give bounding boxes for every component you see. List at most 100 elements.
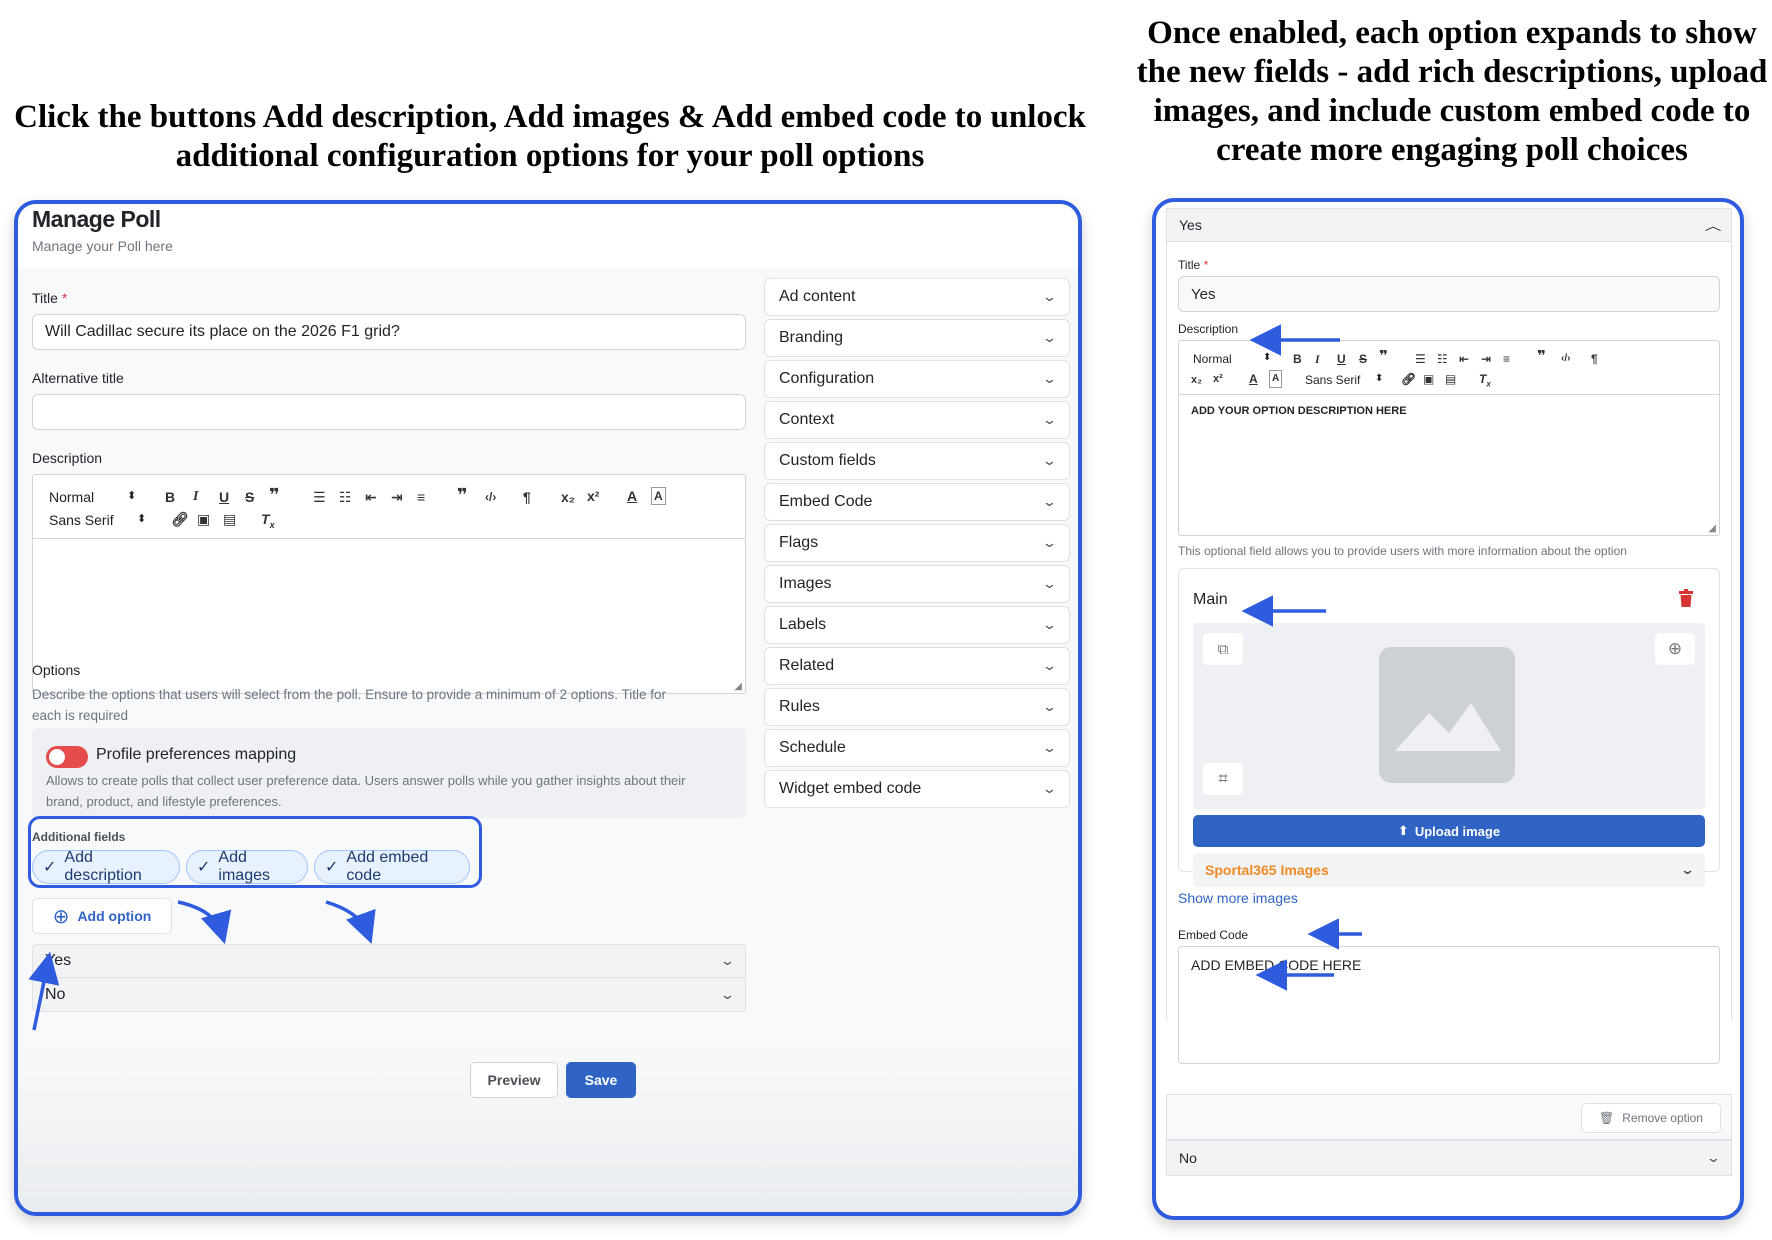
video-icon[interactable]: ▤ (223, 511, 236, 527)
preview-button[interactable]: Preview (470, 1062, 558, 1098)
option-item[interactable]: No ⌄ (33, 978, 745, 1011)
add-description-chip[interactable]: ✓ Add description (32, 849, 180, 884)
show-more-images-link[interactable]: Show more images (1178, 890, 1298, 906)
code-icon[interactable]: ‹/› (1561, 351, 1570, 367)
trash-icon[interactable] (1679, 589, 1693, 607)
section-rules[interactable]: Rules ⌄ (764, 688, 1070, 726)
section-labels[interactable]: Labels ⌄ (764, 606, 1070, 644)
section-flags[interactable]: Flags ⌄ (764, 524, 1070, 562)
align-icon[interactable]: ≡ (1503, 351, 1510, 367)
option-title-input[interactable]: Yes (1178, 276, 1720, 312)
size-select-arrows-icon: ⬍ (1263, 352, 1272, 363)
subscript-icon[interactable]: x₂ (1191, 372, 1202, 388)
section-embed-code[interactable]: Embed Code ⌄ (764, 483, 1070, 521)
strike-icon[interactable]: S (1359, 351, 1367, 367)
font-select-arrows-icon: ⬍ (1375, 373, 1384, 384)
video-icon[interactable]: ▤ (1445, 371, 1456, 387)
profile-help: Allows to create polls that collect user… (46, 773, 686, 809)
size-select[interactable]: Normal (1193, 351, 1232, 367)
direction-icon[interactable]: ¶ (1591, 351, 1598, 367)
chevron-down-icon: ⌄ (1705, 1150, 1722, 1165)
link-icon[interactable]: 🔗︎ (171, 511, 189, 527)
outdent-icon[interactable]: ⇤ (365, 489, 377, 505)
remove-option-button[interactable]: 🗑︎ Remove option (1581, 1103, 1721, 1133)
image-placeholder-icon (1379, 647, 1515, 783)
direction-icon[interactable]: ¶ (523, 489, 531, 505)
quote-icon[interactable]: ❞ (457, 486, 468, 504)
clear-format-icon[interactable]: Tx (1479, 371, 1491, 392)
save-button[interactable]: Save (566, 1062, 636, 1098)
italic-icon[interactable]: I (1315, 351, 1320, 367)
images-source-select[interactable]: Sportal365 Images ⌄ (1193, 853, 1705, 887)
clear-format-icon[interactable]: Tx (261, 511, 275, 533)
superscript-icon[interactable]: x² (1213, 371, 1223, 387)
option-header-no[interactable]: No ⌄ (1166, 1140, 1732, 1176)
copy-icon[interactable]: ⧉ (1203, 633, 1243, 665)
option-item[interactable]: Yes ⌄ (33, 945, 745, 978)
font-select[interactable]: Sans Serif (1305, 372, 1360, 388)
embed-code-textarea[interactable]: ADD EMBED CODE HERE (1178, 946, 1720, 1064)
text-color-icon[interactable]: A (1249, 371, 1258, 387)
ordered-list-icon[interactable]: ☰ (1415, 351, 1426, 367)
chevron-down-icon: ⌄ (1041, 699, 1058, 714)
section-widget-embed-code[interactable]: Widget embed code ⌄ (764, 770, 1070, 808)
chevron-down-icon: ⌄ (1041, 494, 1058, 509)
blockquote-icon[interactable]: ❞ (269, 486, 280, 504)
underline-icon[interactable]: U (1337, 351, 1346, 367)
section-images[interactable]: Images ⌄ (764, 565, 1070, 603)
blockquote-icon[interactable]: ❞ (1379, 349, 1388, 365)
chevron-down-icon: ⌄ (719, 986, 736, 1002)
background-color-icon[interactable]: A (1269, 370, 1283, 388)
add-embed-code-chip[interactable]: ✓ Add embed code (314, 849, 470, 884)
chevron-down-icon: ⌄ (719, 953, 736, 968)
size-select[interactable]: Normal (49, 489, 94, 505)
indent-icon[interactable]: ⇥ (391, 489, 403, 505)
section-custom-fields[interactable]: Custom fields ⌄ (764, 442, 1070, 480)
check-icon: ✓ (43, 859, 57, 876)
section-branding[interactable]: Branding ⌄ (764, 319, 1070, 357)
add-images-chip[interactable]: ✓ Add images (186, 849, 308, 884)
underline-icon[interactable]: U (219, 489, 229, 505)
background-color-icon[interactable]: A (651, 487, 666, 505)
crop-icon[interactable]: ⌗ (1203, 763, 1243, 795)
title-input[interactable]: Will Cadillac secure its place on the 20… (32, 314, 746, 350)
align-icon[interactable]: ≡ (417, 489, 425, 505)
section-configuration[interactable]: Configuration ⌄ (764, 360, 1070, 398)
italic-icon[interactable]: I (193, 489, 198, 505)
strike-icon[interactable]: S (245, 489, 254, 505)
font-select[interactable]: Sans Serif (49, 512, 114, 528)
link-icon[interactable]: 🔗︎ (1401, 371, 1416, 387)
outdent-icon[interactable]: ⇤ (1459, 351, 1469, 367)
superscript-icon[interactable]: x² (587, 488, 599, 504)
alt-title-input[interactable] (32, 394, 746, 430)
quote-icon[interactable]: ❞ (1537, 349, 1546, 365)
ordered-list-icon[interactable]: ☰ (313, 489, 326, 505)
zoom-in-icon[interactable]: ⊕ (1655, 633, 1695, 665)
section-schedule[interactable]: Schedule ⌄ (764, 729, 1070, 767)
resize-handle-icon[interactable]: ◢ (734, 681, 742, 692)
bullet-list-icon[interactable]: ☷ (339, 489, 352, 505)
chevron-down-icon: ⌄ (1041, 658, 1058, 673)
resize-handle-icon[interactable]: ◢ (1708, 523, 1716, 534)
profile-toggle[interactable] (46, 746, 88, 768)
code-icon[interactable]: ‹/› (485, 489, 496, 505)
chevron-down-icon: ⌄ (1041, 576, 1058, 591)
text-color-icon[interactable]: A (627, 488, 637, 504)
options-help: Describe the options that users will sel… (32, 687, 667, 723)
section-ad-content[interactable]: Ad content ⌄ (764, 278, 1070, 316)
image-icon[interactable]: ▣ (1423, 371, 1434, 387)
indent-icon[interactable]: ⇥ (1481, 351, 1491, 367)
section-related[interactable]: Related ⌄ (764, 647, 1070, 685)
embed-code-label: Embed Code (1178, 928, 1249, 942)
bold-icon[interactable]: B (1293, 351, 1302, 367)
bullet-list-icon[interactable]: ☷ (1437, 351, 1448, 367)
section-context[interactable]: Context ⌄ (764, 401, 1070, 439)
subscript-icon[interactable]: x₂ (561, 489, 575, 505)
option-header-yes[interactable]: Yes ︿ (1166, 208, 1732, 242)
bold-icon[interactable]: B (165, 489, 175, 505)
upload-image-button[interactable]: ⬆ Upload image (1193, 815, 1705, 847)
add-option-button[interactable]: ⊕ Add option (32, 898, 172, 934)
chevron-down-icon: ⌄ (1041, 330, 1058, 345)
option-description-content[interactable]: ADD YOUR OPTION DESCRIPTION HERE (1191, 405, 1407, 417)
image-icon[interactable]: ▣ (197, 511, 210, 527)
